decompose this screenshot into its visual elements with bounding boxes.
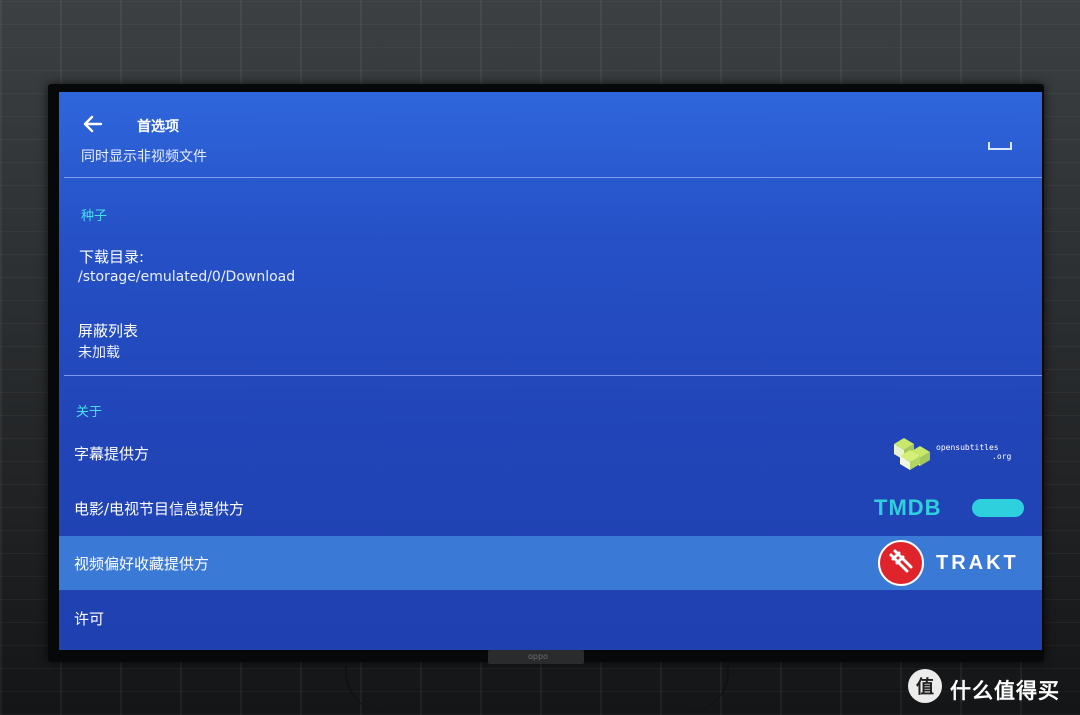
section-header-about: 关于 bbox=[76, 405, 103, 420]
watermark-logo-icon: 值 bbox=[908, 669, 942, 703]
page-title: 首选项 bbox=[137, 119, 179, 135]
divider bbox=[64, 177, 1042, 178]
checkbox-icon[interactable] bbox=[988, 142, 1012, 150]
opensubtitles-cubes-icon bbox=[894, 438, 930, 470]
trakt-logo: TRAKT bbox=[878, 540, 1028, 588]
tv-cable bbox=[345, 662, 729, 712]
back-arrow-icon[interactable] bbox=[81, 112, 105, 136]
opensubtitles-logo: opensubtitles .org bbox=[890, 434, 1014, 472]
tmdb-logo: TMDB bbox=[874, 495, 1024, 521]
setting-license[interactable]: 许可 bbox=[59, 591, 1042, 645]
tv-brand-text: oppo bbox=[528, 652, 548, 661]
top-bar: 首选项 同时显示非视频文件 bbox=[59, 92, 1042, 176]
setting-show-non-video-files[interactable]: 同时显示非视频文件 bbox=[81, 146, 207, 166]
setting-subtitle-provider[interactable]: 字幕提供方 opensubtitles .org bbox=[59, 426, 1042, 480]
tv-screen: 首选项 同时显示非视频文件 种子 下载目录: /storage/emulated… bbox=[59, 92, 1042, 650]
tmdb-pill-shape bbox=[972, 499, 1024, 517]
block-list-value: 未加载 bbox=[78, 345, 120, 361]
opensubtitles-logo-text: opensubtitles .org bbox=[936, 443, 1012, 461]
divider bbox=[64, 375, 1042, 376]
tmdb-logo-text: TMDB bbox=[874, 495, 942, 520]
setting-video-favorites-provider[interactable]: 视频偏好收藏提供方 TRAKT bbox=[59, 536, 1042, 590]
watermark-text: 什么值得买 bbox=[950, 679, 1060, 703]
svg-text:值: 值 bbox=[916, 676, 934, 698]
license-label: 许可 bbox=[74, 610, 105, 628]
block-list-label: 屏蔽列表 bbox=[78, 322, 139, 340]
setting-movie-tv-info-provider[interactable]: 电影/电视节目信息提供方 TMDB bbox=[59, 481, 1042, 535]
watermark: 值 什么值得买 bbox=[908, 669, 1068, 705]
download-directory-value: /storage/emulated/0/Download bbox=[78, 269, 296, 285]
video-favorites-provider-label: 视频偏好收藏提供方 bbox=[74, 555, 210, 573]
section-header-torrent: 种子 bbox=[81, 209, 108, 224]
download-directory-label: 下载目录: bbox=[79, 248, 145, 266]
trakt-circle-icon bbox=[878, 540, 924, 586]
subtitle-provider-label: 字幕提供方 bbox=[74, 445, 150, 463]
trakt-logo-text: TRAKT bbox=[936, 552, 1019, 574]
movie-tv-info-provider-label: 电影/电视节目信息提供方 bbox=[74, 500, 245, 518]
